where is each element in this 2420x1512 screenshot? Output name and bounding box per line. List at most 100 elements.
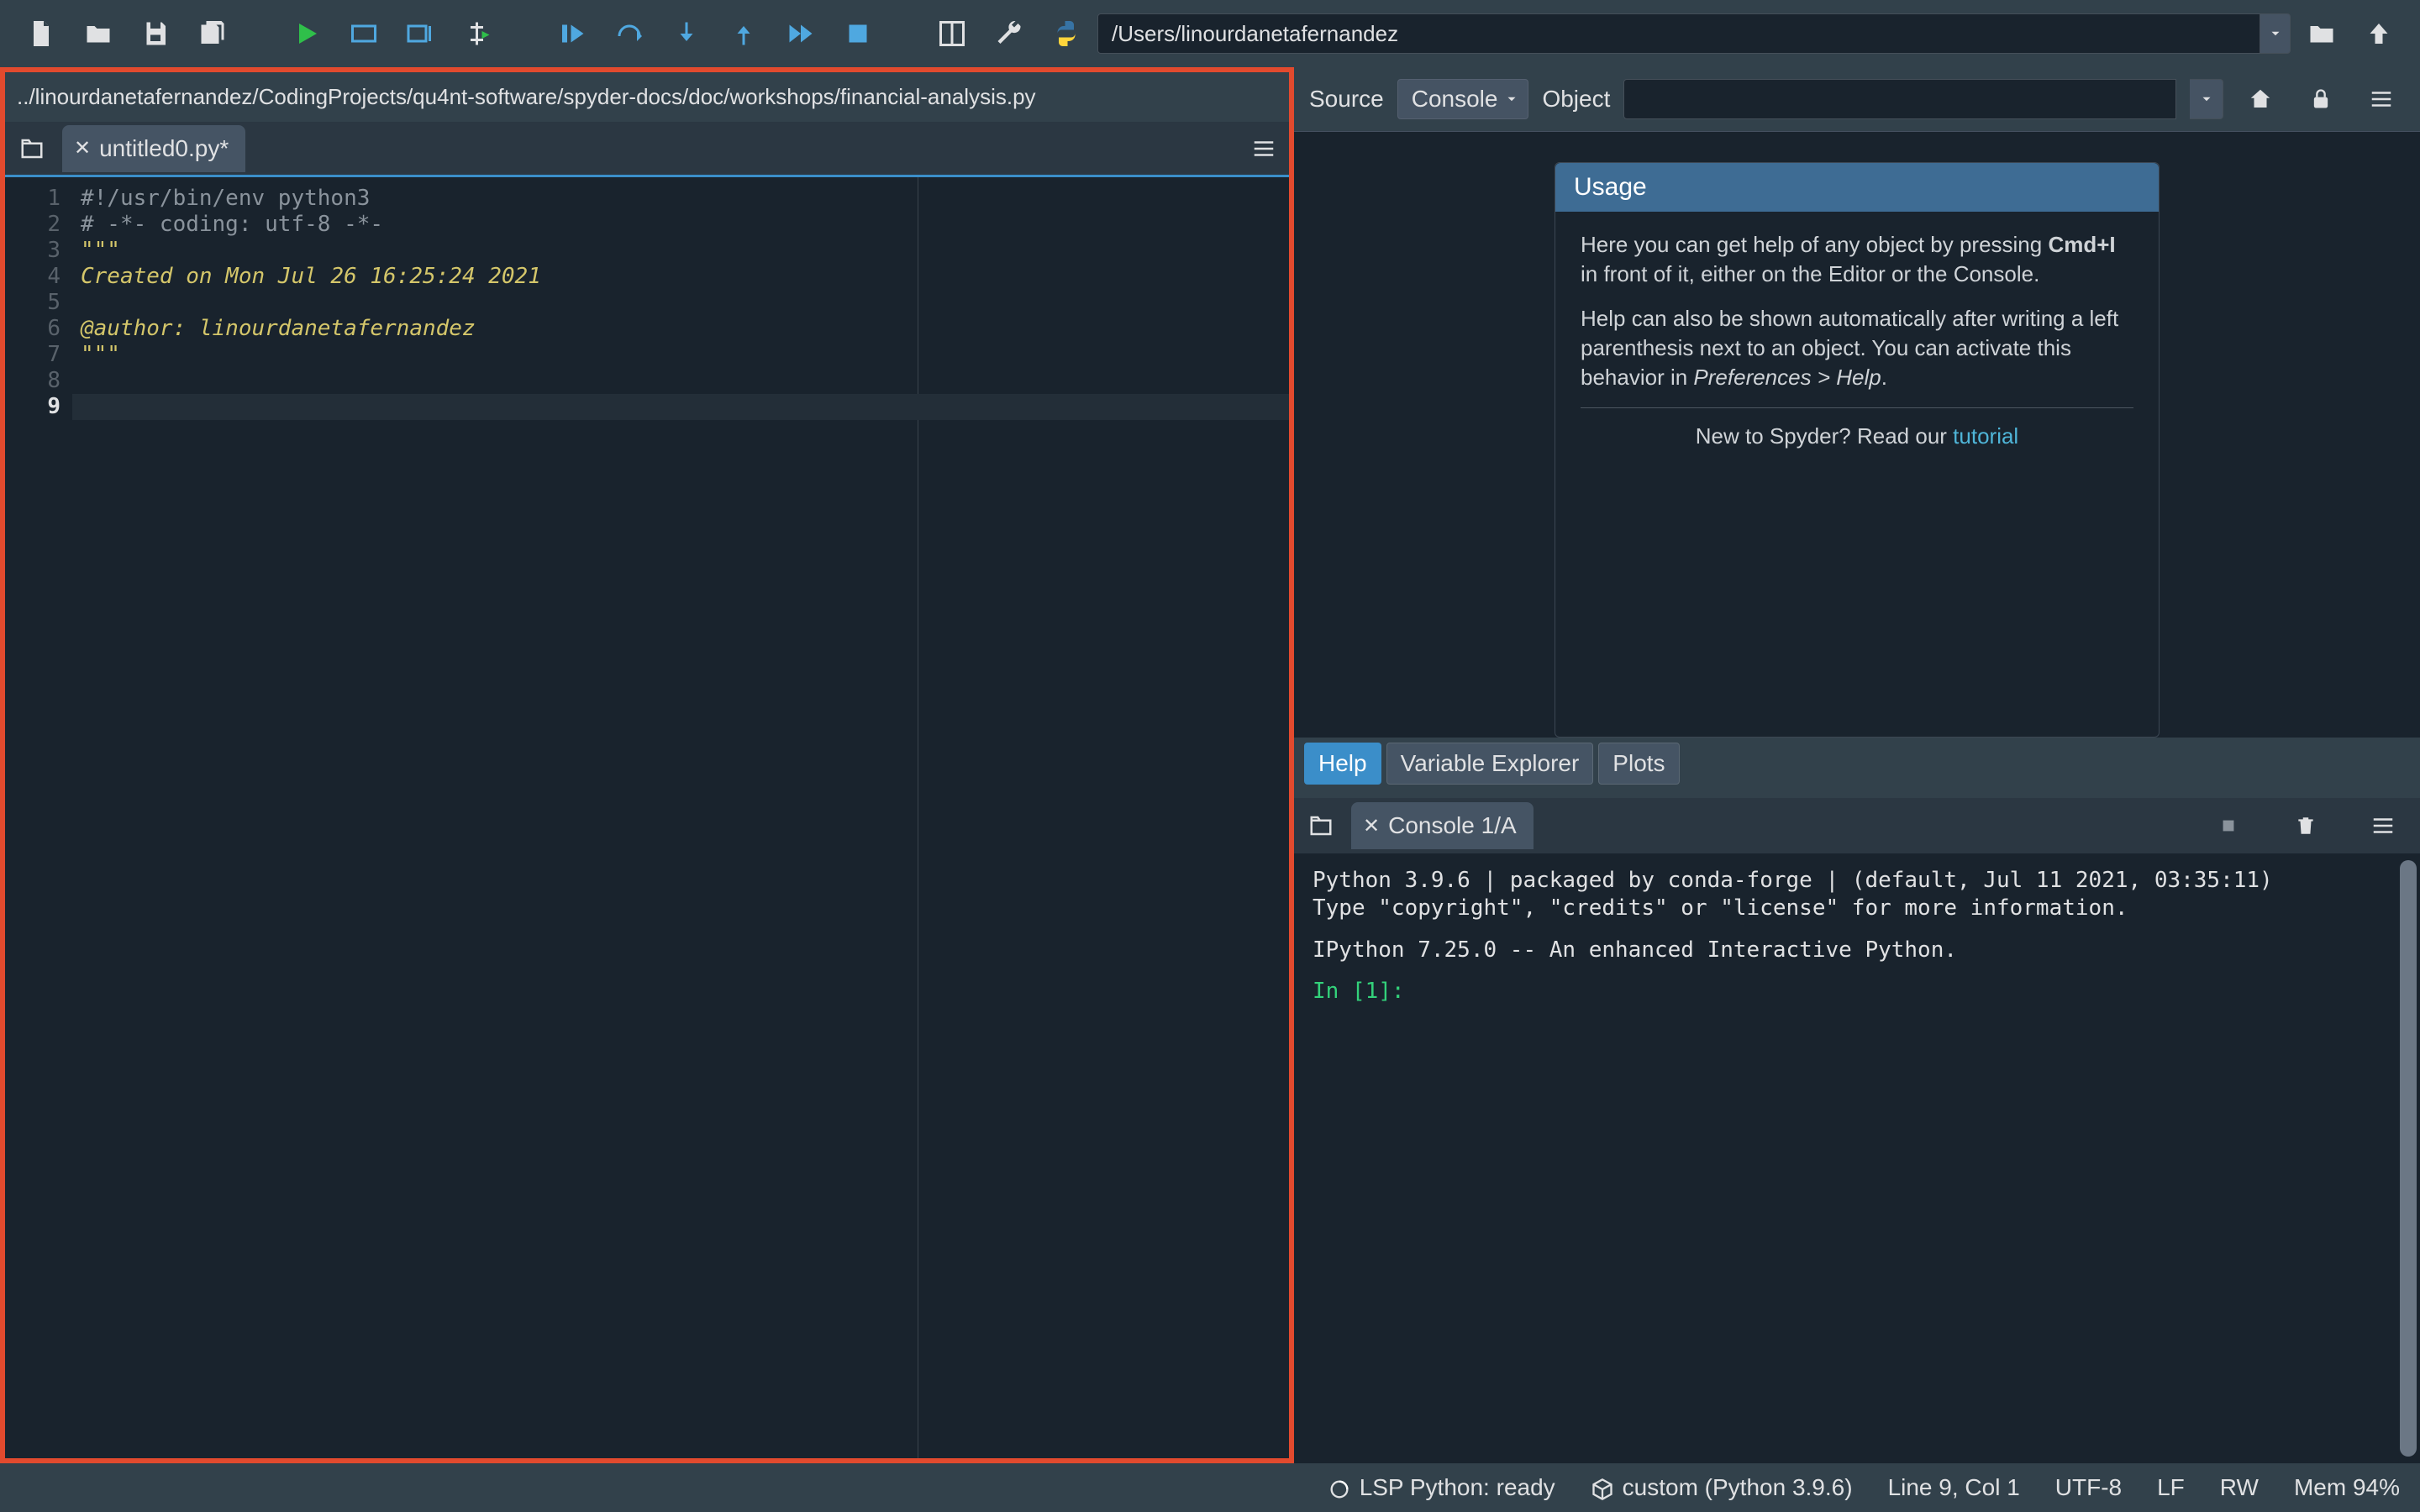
tab-plots[interactable]: Plots <box>1598 743 1679 785</box>
folder-icon <box>2307 18 2337 49</box>
hamburger-icon <box>2369 87 2394 112</box>
open-file-button[interactable] <box>72 8 124 60</box>
clear-console-button[interactable] <box>2282 806 2329 846</box>
object-dropdown[interactable] <box>2190 79 2223 119</box>
object-input[interactable] <box>1623 79 2176 119</box>
status-env[interactable]: custom (Python 3.9.6) <box>1591 1474 1853 1501</box>
status-eol[interactable]: LF <box>2157 1474 2185 1501</box>
status-memory[interactable]: Mem 94% <box>2294 1474 2400 1501</box>
run-button[interactable] <box>281 8 333 60</box>
console-tab[interactable]: ✕ Console 1/A <box>1351 802 1534 849</box>
run-selection-button[interactable] <box>452 8 504 60</box>
cell-advance-icon <box>406 18 436 49</box>
console-line: Python 3.9.6 | packaged by conda-forge |… <box>1313 867 2402 895</box>
source-select[interactable]: Console <box>1397 79 1529 119</box>
help-toolbar: Source Console Object <box>1294 67 2420 131</box>
working-dir-input[interactable] <box>1097 13 2260 54</box>
stop-kernel-button[interactable] <box>2205 806 2252 846</box>
folder-open-icon <box>83 18 113 49</box>
step-out-icon <box>729 18 759 49</box>
console-line: IPython 7.25.0 -- An enhanced Interactiv… <box>1313 937 2402 964</box>
arrow-up-icon <box>2364 18 2394 49</box>
console-options-button[interactable] <box>2360 806 2407 846</box>
home-button[interactable] <box>2237 79 2284 119</box>
editor-tab-label: untitled0.py* <box>99 135 229 162</box>
code-area[interactable]: #!/usr/bin/env python3 # -*- coding: utf… <box>72 177 1289 1458</box>
maximize-pane-button[interactable] <box>926 8 978 60</box>
code-line <box>81 368 1289 394</box>
tab-variable-explorer[interactable]: Variable Explorer <box>1386 743 1594 785</box>
console-prompt[interactable]: In [1]: <box>1313 978 2402 1005</box>
help-usage-card: Usage Here you can get help of any objec… <box>1555 162 2160 738</box>
tab-help[interactable]: Help <box>1304 743 1381 785</box>
code-line: """ <box>81 238 1289 264</box>
python-path-button[interactable] <box>1040 8 1092 60</box>
console-tabbar: ✕ Console 1/A <box>1294 798 2420 853</box>
file-path: ../linourdanetafernandez/CodingProjects/… <box>5 72 1289 122</box>
debug-play-icon <box>557 18 587 49</box>
code-line: Created on Mon Jul 26 16:25:24 2021 <box>81 264 1289 290</box>
source-label: Source <box>1309 86 1384 113</box>
spinner-icon <box>1328 1478 1351 1501</box>
help-card-title: Usage <box>1555 163 2159 212</box>
run-cell-advance-button[interactable] <box>395 8 447 60</box>
status-rw[interactable]: RW <box>2220 1474 2259 1501</box>
divider <box>1581 407 2133 408</box>
working-dir-dropdown[interactable] <box>2260 13 2291 54</box>
fast-forward-icon <box>786 18 816 49</box>
step-into-icon <box>671 18 702 49</box>
stop-icon <box>2219 816 2238 835</box>
object-label: Object <box>1542 86 1610 113</box>
tab-list-button[interactable] <box>10 127 54 171</box>
close-tab-icon[interactable]: ✕ <box>1363 814 1380 838</box>
scrollbar[interactable] <box>2400 860 2417 1457</box>
wrench-icon <box>994 18 1024 49</box>
console-tab-label: Console 1/A <box>1388 812 1517 839</box>
lock-button[interactable] <box>2297 79 2344 119</box>
ipython-console[interactable]: Python 3.9.6 | packaged by conda-forge |… <box>1294 853 2420 1463</box>
run-cell-button[interactable] <box>338 8 390 60</box>
status-bar: LSP Python: ready custom (Python 3.9.6) … <box>0 1463 2420 1512</box>
code-line: @author: linourdanetafernandez <box>81 316 1289 342</box>
save-all-button[interactable] <box>187 8 239 60</box>
parent-dir-button[interactable] <box>2353 8 2405 60</box>
help-options-button[interactable] <box>2358 79 2405 119</box>
python-icon <box>1051 18 1081 49</box>
play-icon <box>292 18 322 49</box>
status-cursor-position[interactable]: Line 9, Col 1 <box>1888 1474 2020 1501</box>
code-line <box>81 394 1289 420</box>
tabs-icon <box>19 136 45 161</box>
console-line: Type "copyright", "credits" or "license"… <box>1313 895 2402 922</box>
debug-button[interactable] <box>546 8 598 60</box>
close-tab-icon[interactable]: ✕ <box>74 136 91 160</box>
main-toolbar <box>0 0 2420 67</box>
step-over-button[interactable] <box>603 8 655 60</box>
console-tab-list-button[interactable] <box>1299 804 1343 848</box>
save-button[interactable] <box>129 8 182 60</box>
save-all-icon <box>197 18 228 49</box>
step-into-button[interactable] <box>660 8 713 60</box>
hamburger-icon <box>1251 136 1276 161</box>
step-out-button[interactable] <box>718 8 770 60</box>
code-line <box>81 290 1289 316</box>
status-encoding[interactable]: UTF-8 <box>2055 1474 2122 1501</box>
preferences-button[interactable] <box>983 8 1035 60</box>
layout-icon <box>937 18 967 49</box>
tutorial-link[interactable]: tutorial <box>1953 423 2018 449</box>
cell-icon <box>349 18 379 49</box>
stop-debug-button[interactable] <box>832 8 884 60</box>
continue-button[interactable] <box>775 8 827 60</box>
tabs-icon <box>1308 813 1334 838</box>
editor-tab-untitled0[interactable]: ✕ untitled0.py* <box>62 125 245 172</box>
code-line: # -*- coding: utf-8 -*- <box>81 212 1289 238</box>
lock-icon <box>2309 87 2333 111</box>
help-paragraph: New to Spyder? Read our tutorial <box>1581 422 2133 451</box>
home-icon <box>2248 87 2273 112</box>
editor-options-button[interactable] <box>1247 132 1281 165</box>
browse-dir-button[interactable] <box>2296 8 2348 60</box>
code-editor[interactable]: 1 2 3 4 5 6 7 8 9 #!/usr/bin/env python3… <box>5 177 1289 1458</box>
status-lsp[interactable]: LSP Python: ready <box>1328 1474 1555 1501</box>
stop-icon <box>843 18 873 49</box>
help-paragraph: Here you can get help of any object by p… <box>1581 230 2133 289</box>
new-file-button[interactable] <box>15 8 67 60</box>
